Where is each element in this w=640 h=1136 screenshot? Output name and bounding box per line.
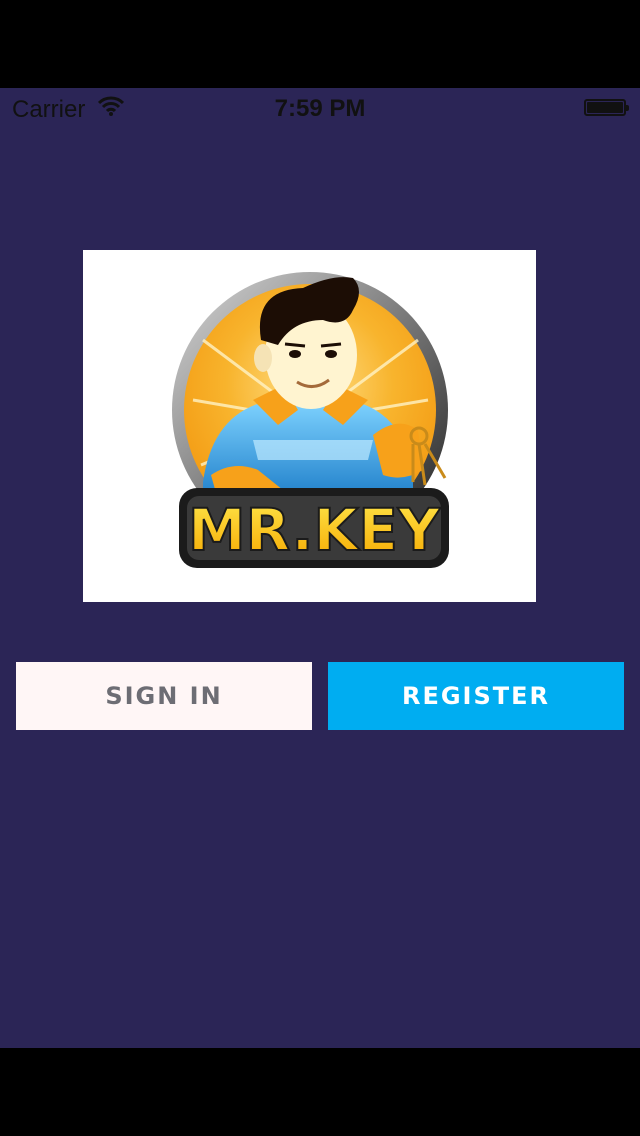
sign-in-button[interactable]: SIGN IN xyxy=(16,662,312,730)
mr-key-mascot-logo: MR.KEY xyxy=(172,272,449,568)
register-button[interactable]: REGISTER xyxy=(328,662,624,730)
logo-wordmark: MR.KEY xyxy=(188,496,441,564)
battery-icon xyxy=(584,99,629,116)
app-screen: Carrier 7:59 PM MR.KEY SIGN IN REGISTER xyxy=(0,88,640,1048)
status-time: 7:59 PM xyxy=(274,95,366,122)
logo-image: MR.KEY xyxy=(83,250,536,602)
status-bar: Carrier 7:59 PM xyxy=(0,88,640,128)
